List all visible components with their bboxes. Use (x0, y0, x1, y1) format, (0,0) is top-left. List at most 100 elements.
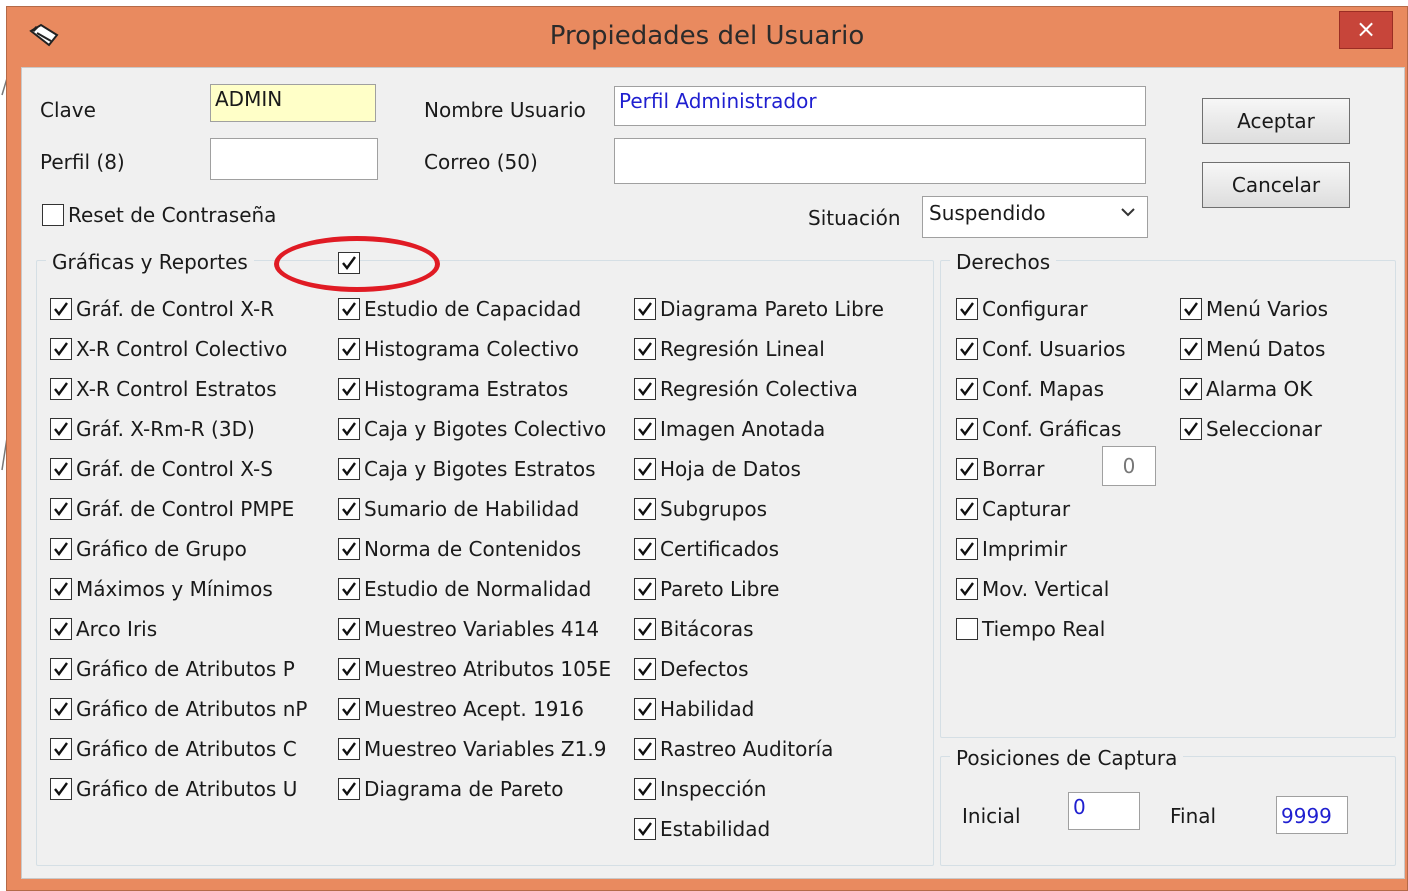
option-checkbox[interactable]: Inspección (634, 776, 766, 802)
option-checkbox[interactable]: Arco Iris (50, 616, 157, 642)
checkbox-box (956, 538, 978, 560)
option-checkbox[interactable]: Habilidad (634, 696, 754, 722)
cancelar-button[interactable]: Cancelar (1202, 162, 1350, 208)
nombre-usuario-input[interactable]: Perfil Administrador (614, 86, 1146, 126)
option-checkbox[interactable]: X-R Control Estratos (50, 376, 277, 402)
option-label: Estabilidad (660, 817, 771, 841)
option-checkbox[interactable]: X-R Control Colectivo (50, 336, 287, 362)
option-checkbox[interactable]: Borrar (956, 456, 1045, 482)
option-checkbox[interactable]: Máximos y Mínimos (50, 576, 273, 602)
inicial-input[interactable]: 0 (1068, 792, 1140, 830)
option-checkbox[interactable]: Gráfico de Atributos C (50, 736, 297, 762)
checkmark-icon (960, 382, 974, 396)
option-checkbox[interactable]: Muestreo Atributos 105E (338, 656, 611, 682)
option-checkbox[interactable]: Imagen Anotada (634, 416, 825, 442)
option-label: Menú Datos (1206, 337, 1326, 361)
option-checkbox[interactable]: Gráf. de Control X-S (50, 456, 273, 482)
option-checkbox[interactable]: Imprimir (956, 536, 1067, 562)
checkbox-box (634, 378, 656, 400)
option-label: Caja y Bigotes Estratos (364, 457, 596, 481)
option-checkbox[interactable]: Histograma Colectivo (338, 336, 579, 362)
checkbox-box (1180, 418, 1202, 440)
borrar-count-input[interactable]: 0 (1102, 446, 1156, 486)
option-label: Gráf. X-Rm-R (3D) (76, 417, 255, 441)
checkbox-box (338, 658, 360, 680)
checkbox-box (634, 698, 656, 720)
option-checkbox[interactable]: Defectos (634, 656, 749, 682)
perfil-input[interactable] (210, 138, 378, 180)
final-input[interactable]: 9999 (1276, 796, 1348, 834)
option-checkbox[interactable]: Regresión Colectiva (634, 376, 858, 402)
option-checkbox[interactable]: Gráfico de Grupo (50, 536, 247, 562)
option-checkbox[interactable]: Gráfico de Atributos P (50, 656, 295, 682)
checkbox-box (956, 378, 978, 400)
close-button[interactable]: × (1339, 11, 1393, 49)
checkmark-icon (638, 542, 652, 556)
checkbox-box (50, 738, 72, 760)
checkbox-box (634, 298, 656, 320)
option-checkbox[interactable]: Estudio de Normalidad (338, 576, 591, 602)
aceptar-button[interactable]: Aceptar (1202, 98, 1350, 144)
checkmark-icon (342, 782, 356, 796)
option-checkbox[interactable]: Sumario de Habilidad (338, 496, 579, 522)
option-checkbox[interactable]: Conf. Gráficas (956, 416, 1121, 442)
checkmark-icon (638, 742, 652, 756)
option-checkbox[interactable]: Caja y Bigotes Colectivo (338, 416, 606, 442)
option-checkbox[interactable]: Bitácoras (634, 616, 754, 642)
option-checkbox[interactable]: Gráf. de Control X-R (50, 296, 274, 322)
option-label: Imagen Anotada (660, 417, 826, 441)
option-checkbox[interactable]: Diagrama de Pareto (338, 776, 563, 802)
option-checkbox[interactable]: Subgrupos (634, 496, 767, 522)
option-checkbox[interactable]: Configurar (956, 296, 1088, 322)
option-label: Muestreo Variables Z1.9 (364, 737, 607, 761)
option-label: Gráfico de Atributos nP (76, 697, 308, 721)
option-label: Caja y Bigotes Colectivo (364, 417, 607, 441)
option-checkbox[interactable]: Rastreo Auditoría (634, 736, 833, 762)
option-checkbox[interactable]: Alarma OK (1180, 376, 1312, 402)
correo-input[interactable] (614, 138, 1146, 184)
option-checkbox[interactable]: Gráf. de Control PMPE (50, 496, 294, 522)
checkbox-box (634, 418, 656, 440)
highlight-oval (274, 236, 440, 292)
option-checkbox[interactable]: Tiempo Real (956, 616, 1105, 642)
option-checkbox[interactable]: Capturar (956, 496, 1070, 522)
situacion-select[interactable]: Suspendido (922, 196, 1148, 238)
checkmark-icon (342, 502, 356, 516)
checkmark-icon (54, 622, 68, 636)
posiciones-group-title: Posiciones de Captura (950, 746, 1184, 770)
option-checkbox[interactable]: Muestreo Acept. 1916 (338, 696, 584, 722)
option-checkbox[interactable]: Muestreo Variables Z1.9 (338, 736, 606, 762)
option-checkbox[interactable]: Conf. Usuarios (956, 336, 1126, 362)
checkmark-icon (1184, 422, 1198, 436)
option-label: Pareto Libre (660, 577, 780, 601)
option-checkbox[interactable]: Menú Varios (1180, 296, 1328, 322)
option-label: Gráf. de Control X-S (76, 457, 273, 481)
checkmark-icon (54, 502, 68, 516)
option-checkbox[interactable]: Conf. Mapas (956, 376, 1104, 402)
option-checkbox[interactable]: Diagrama Pareto Libre (634, 296, 884, 322)
option-label: Muestreo Atributos 105E (364, 657, 612, 681)
option-checkbox[interactable]: Estabilidad (634, 816, 770, 842)
option-checkbox[interactable]: Menú Datos (1180, 336, 1325, 362)
option-checkbox[interactable]: Regresión Lineal (634, 336, 825, 362)
option-checkbox[interactable]: Hoja de Datos (634, 456, 801, 482)
option-checkbox[interactable]: Gráf. X-Rm-R (3D) (50, 416, 255, 442)
option-checkbox[interactable]: Histograma Estratos (338, 376, 568, 402)
checkmark-icon (342, 342, 356, 356)
checkmark-icon (342, 462, 356, 476)
option-label: Rastreo Auditoría (660, 737, 834, 761)
option-checkbox[interactable]: Pareto Libre (634, 576, 779, 602)
reset-password-checkbox[interactable]: Reset de Contraseña (42, 202, 276, 228)
option-checkbox[interactable]: Caja y Bigotes Estratos (338, 456, 596, 482)
option-checkbox[interactable]: Muestreo Variables 414 (338, 616, 599, 642)
checkmark-icon (638, 622, 652, 636)
option-checkbox[interactable]: Gráfico de Atributos U (50, 776, 297, 802)
clave-input[interactable]: ADMIN (210, 84, 376, 122)
option-label: Capturar (982, 497, 1071, 521)
option-checkbox[interactable]: Seleccionar (1180, 416, 1322, 442)
option-checkbox[interactable]: Estudio de Capacidad (338, 296, 581, 322)
option-checkbox[interactable]: Gráfico de Atributos nP (50, 696, 307, 722)
option-checkbox[interactable]: Norma de Contenidos (338, 536, 581, 562)
option-checkbox[interactable]: Certificados (634, 536, 779, 562)
option-checkbox[interactable]: Mov. Vertical (956, 576, 1109, 602)
